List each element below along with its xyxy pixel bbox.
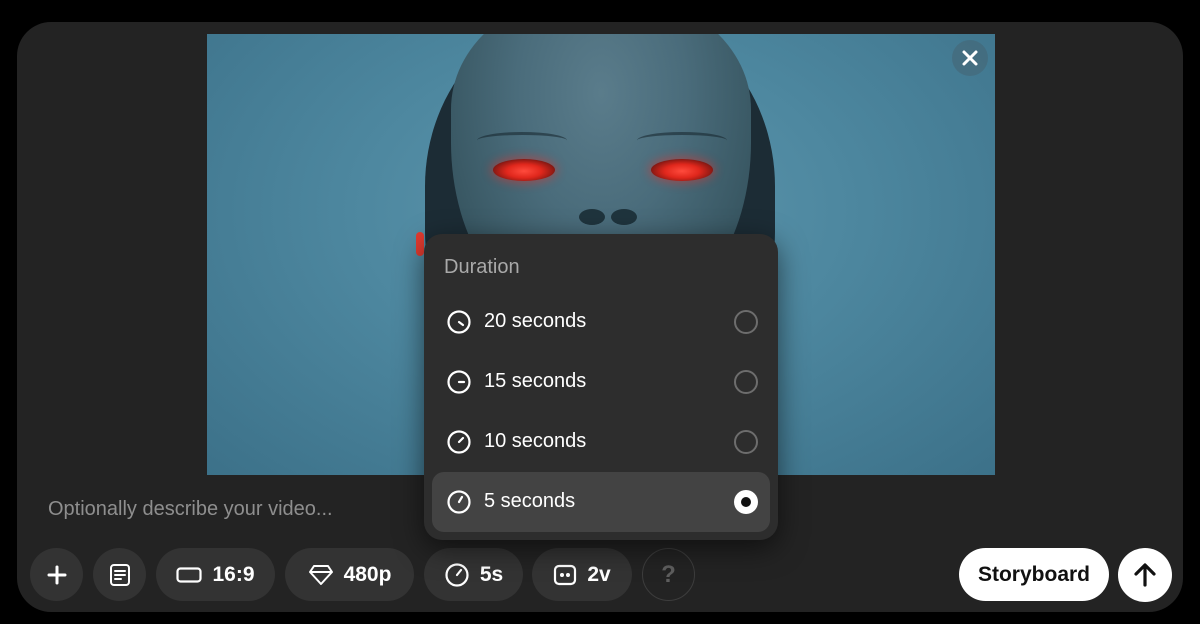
variations-button[interactable]: 2v (532, 548, 632, 601)
duration-option-label: 15 seconds (484, 370, 587, 392)
help-button[interactable]: ? (642, 548, 695, 601)
submit-button[interactable] (1118, 548, 1172, 602)
resolution-value: 480p (343, 562, 392, 586)
preset-list-icon (109, 563, 130, 586)
variations-icon (554, 564, 577, 585)
aspect-ratio-value: 16:9 (212, 562, 255, 586)
clock-icon (447, 310, 471, 334)
duration-option-radio[interactable] (734, 430, 758, 454)
remove-image-button[interactable] (952, 40, 988, 76)
duration-option-label: 5 seconds (484, 490, 576, 512)
aspect-ratio-button[interactable]: 16:9 (156, 548, 275, 601)
clock-icon (447, 370, 471, 394)
plus-icon (47, 565, 66, 584)
clock-icon (445, 562, 469, 587)
duration-option-label: 20 seconds (484, 310, 587, 332)
clock-icon (447, 490, 471, 514)
duration-value: 5s (479, 562, 504, 586)
preview-brow-right (637, 132, 727, 149)
add-button[interactable] (30, 548, 83, 601)
variations-value: 2v (587, 562, 611, 586)
arrow-up-icon (1134, 563, 1156, 587)
duration-option-radio[interactable] (734, 310, 758, 334)
duration-option-5[interactable]: 5 seconds (432, 472, 770, 532)
preview-ear-light (416, 232, 424, 256)
resolution-button[interactable]: 480p (285, 548, 414, 601)
preview-nostril-right (611, 209, 637, 225)
duration-option-radio[interactable] (734, 490, 758, 514)
help-label: ? (661, 560, 676, 588)
prompt-input[interactable] (48, 496, 408, 522)
preview-brow-left (477, 132, 567, 149)
duration-option-20[interactable]: 20 seconds (432, 292, 770, 352)
diamond-icon (308, 564, 333, 585)
duration-option-10[interactable]: 10 seconds (432, 412, 770, 472)
duration-option-label: 10 seconds (484, 430, 587, 452)
preview-eye-right (651, 159, 713, 181)
aspect-ratio-icon (176, 566, 203, 583)
storyboard-button[interactable]: Storyboard (959, 548, 1109, 601)
close-icon (962, 50, 978, 66)
preset-button[interactable] (93, 548, 146, 601)
preview-nostril-left (579, 209, 605, 225)
clock-icon (447, 430, 471, 454)
duration-menu-title: Duration (444, 256, 520, 278)
duration-dropdown: Duration 20 seconds 15 seconds 10 second… (424, 234, 778, 540)
duration-option-15[interactable]: 15 seconds (432, 352, 770, 412)
storyboard-label: Storyboard (977, 562, 1090, 586)
duration-button[interactable]: 5s (424, 548, 523, 601)
duration-option-radio[interactable] (734, 370, 758, 394)
preview-eye-left (493, 159, 555, 181)
